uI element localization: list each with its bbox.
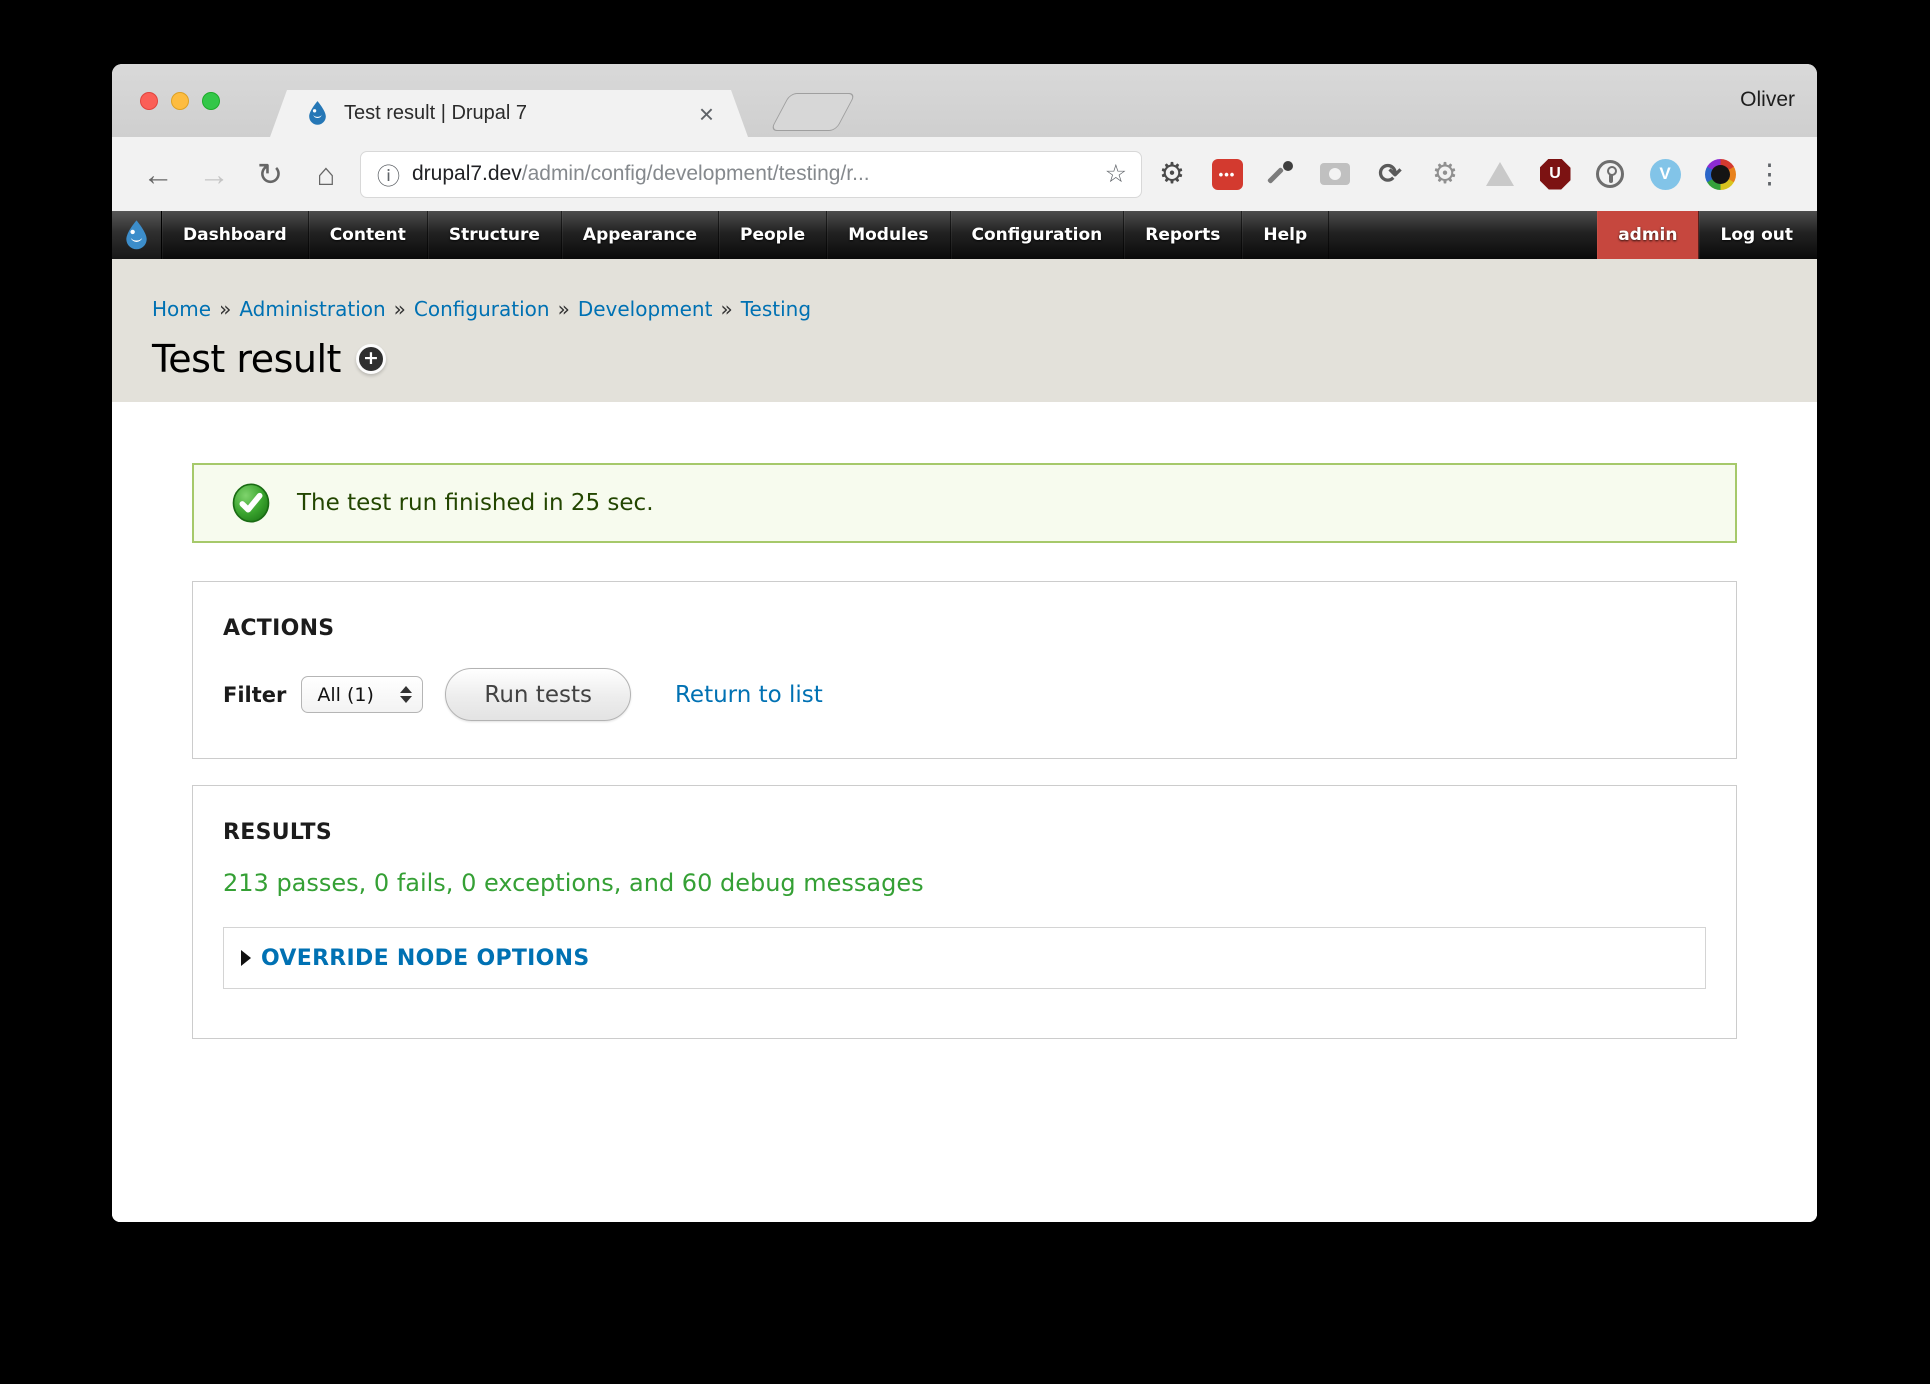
page-header: Home»Administration»Configuration»Develo…	[112, 259, 1817, 402]
toolbar-item-content[interactable]: Content	[309, 211, 428, 259]
return-to-list-link[interactable]: Return to list	[675, 682, 823, 708]
drupal-favicon-icon	[304, 100, 331, 127]
tab-title: Test result | Drupal 7	[344, 102, 687, 125]
browser-window: Test result | Drupal 7 × Oliver ← → ↻ ⌂ …	[112, 64, 1817, 1222]
toolbar-item-modules[interactable]: Modules	[827, 211, 950, 259]
url-host: drupal7.dev	[412, 162, 522, 186]
chrome-menu-icon[interactable]: ⋮	[1756, 161, 1783, 188]
breadcrumb-home[interactable]: Home	[152, 297, 211, 321]
filter-selected-value: All (1)	[317, 684, 400, 706]
drive-icon[interactable]	[1484, 158, 1516, 190]
toolbar-logout[interactable]: Log out	[1699, 211, 1817, 259]
minimize-window-button[interactable]	[171, 92, 189, 110]
new-tab-button[interactable]	[770, 93, 856, 131]
traffic-lights	[140, 92, 220, 110]
run-tests-button[interactable]: Run tests	[445, 668, 631, 721]
toolbar-item-appearance[interactable]: Appearance	[562, 211, 719, 259]
close-window-button[interactable]	[140, 92, 158, 110]
filter-select[interactable]: All (1)	[301, 676, 423, 713]
collapsed-arrow-icon	[241, 950, 251, 966]
select-arrows-icon	[400, 686, 412, 703]
drupal-logo-icon	[120, 219, 153, 252]
toolbar-item-reports[interactable]: Reports	[1124, 211, 1242, 259]
status-message: The test run finished in 25 sec.	[192, 463, 1737, 543]
lens-icon[interactable]	[1704, 158, 1736, 190]
url-path: /admin/config/development/testing/r...	[522, 162, 1097, 186]
toolbar-item-dashboard[interactable]: Dashboard	[162, 211, 309, 259]
address-bar[interactable]: ⓘ drupal7.dev /admin/config/development/…	[360, 151, 1142, 198]
titlebar: Test result | Drupal 7 × Oliver	[112, 64, 1817, 137]
ublock-icon[interactable]: U	[1539, 158, 1571, 190]
extension-icons-row: ⚙ ••• ⟳ ⚙ U V	[1156, 158, 1736, 190]
screenshot-camera-icon[interactable]	[1319, 158, 1351, 190]
toolbar-item-people[interactable]: People	[719, 211, 827, 259]
forward-button[interactable]: →	[186, 159, 242, 190]
chrome-toolbar: ← → ↻ ⌂ ⓘ drupal7.dev /admin/config/deve…	[112, 137, 1817, 211]
results-legend: RESULTS	[223, 820, 1706, 845]
zoom-window-button[interactable]	[202, 92, 220, 110]
home-button[interactable]: ⌂	[298, 159, 354, 190]
lastpass-icon[interactable]: •••	[1211, 158, 1243, 190]
toolbar-item-configuration[interactable]: Configuration	[951, 211, 1125, 259]
actions-legend: ACTIONS	[223, 616, 1706, 641]
results-fieldset: RESULTS 213 passes, 0 fails, 0 exception…	[192, 785, 1737, 1039]
toolbar-user-admin[interactable]: admin	[1597, 211, 1699, 259]
eyedropper-icon[interactable]	[1266, 159, 1296, 189]
breadcrumb: Home»Administration»Configuration»Develo…	[152, 297, 1817, 321]
override-node-options-fieldset[interactable]: OVERRIDE NODE OPTIONS	[223, 927, 1706, 989]
browser-profile-name[interactable]: Oliver	[1740, 88, 1795, 112]
page-title: Test result	[152, 337, 341, 381]
drupal-home-button[interactable]	[112, 211, 162, 259]
add-shortcut-icon[interactable]: +	[359, 347, 383, 371]
toolbar-item-structure[interactable]: Structure	[428, 211, 562, 259]
settings-gear-icon[interactable]: ⚙	[1156, 158, 1188, 190]
status-message-text: The test run finished in 25 sec.	[297, 490, 654, 516]
site-info-icon[interactable]: ⓘ	[377, 157, 400, 191]
drupal-admin-toolbar: Dashboard Content Structure Appearance P…	[112, 211, 1817, 259]
toolbar-item-help[interactable]: Help	[1242, 211, 1329, 259]
vimium-icon[interactable]: V	[1649, 158, 1681, 190]
success-check-icon	[231, 483, 271, 523]
breadcrumb-configuration[interactable]: Configuration	[414, 297, 550, 321]
test-pass-summary: 213 passes, 0 fails, 0 exceptions, and 6…	[223, 869, 1706, 897]
bug-cog-icon[interactable]: ⚙	[1429, 158, 1461, 190]
breadcrumb-development[interactable]: Development	[578, 297, 713, 321]
sync-search-icon[interactable]: ⟳	[1374, 158, 1406, 190]
back-button[interactable]: ←	[130, 159, 186, 190]
breadcrumb-administration[interactable]: Administration	[239, 297, 385, 321]
reload-button[interactable]: ↻	[242, 159, 298, 190]
tab-close-icon[interactable]: ×	[699, 101, 714, 127]
breadcrumb-testing[interactable]: Testing	[741, 297, 811, 321]
browser-tab[interactable]: Test result | Drupal 7 ×	[270, 90, 748, 137]
key-circle-icon[interactable]	[1594, 158, 1626, 190]
actions-fieldset: ACTIONS Filter All (1) Run tests Return …	[192, 581, 1737, 759]
bookmark-star-icon[interactable]: ☆	[1105, 159, 1127, 189]
override-node-options-link[interactable]: OVERRIDE NODE OPTIONS	[261, 946, 590, 971]
page-content: The test run finished in 25 sec. ACTIONS…	[112, 402, 1817, 1222]
filter-label: Filter	[223, 683, 286, 707]
